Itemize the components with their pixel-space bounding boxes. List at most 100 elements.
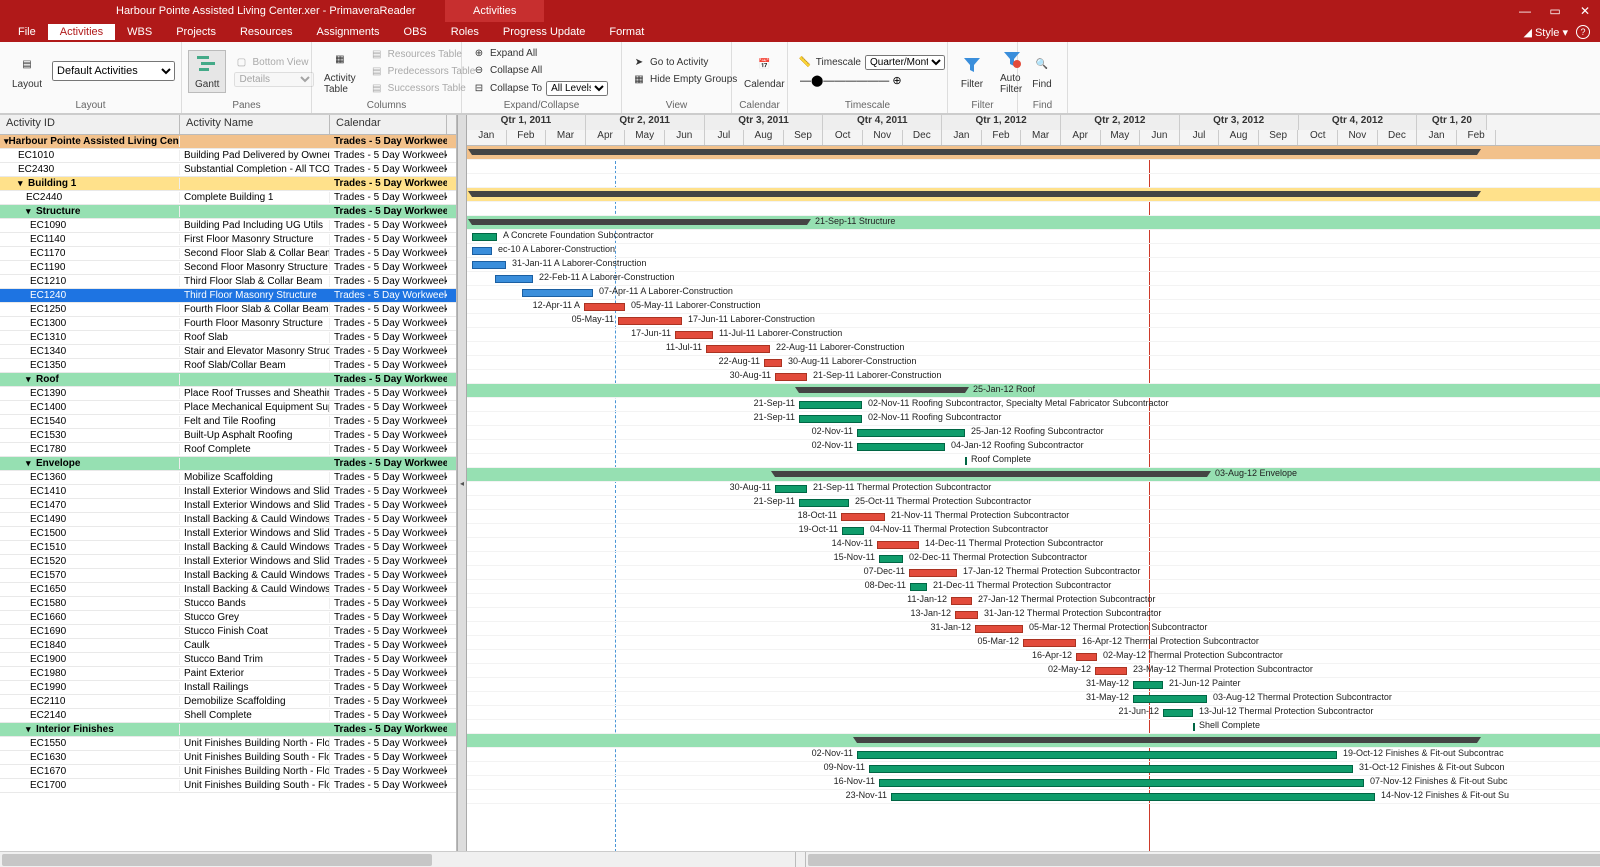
activity-row[interactable]: EC1780Roof CompleteTrades - 5 Day Workwe… [0,443,456,457]
activity-row[interactable]: EC1410Install Exterior Windows and Slidi… [0,485,456,499]
activity-bar[interactable] [799,499,849,507]
maximize-button[interactable]: ▭ [1546,4,1564,18]
gantt-row[interactable]: 31-May-1203-Aug-12 Thermal Protection Su… [467,692,1600,706]
wbs-row[interactable]: ▾StructureTrades - 5 Day Workweek [0,205,456,219]
gantt-row[interactable]: 07-Dec-1117-Jan-12 Thermal Protection Su… [467,566,1600,580]
activity-row[interactable]: EC1550Unit Finishes Building North - Flo… [0,737,456,751]
activity-bar[interactable] [618,317,682,325]
find-button[interactable]: 🔍 Find [1024,51,1060,92]
expander-icon[interactable]: ▾ [26,374,36,385]
activity-bar[interactable] [869,765,1353,773]
gantt-row[interactable]: 02-May-1223-May-12 Thermal Protection Su… [467,664,1600,678]
activity-row[interactable]: EC1840CaulkTrades - 5 Day Workweek [0,639,456,653]
activity-bar[interactable] [879,779,1364,787]
gantt-row[interactable]: 30-Aug-1121-Sep-11 Thermal Protection Su… [467,482,1600,496]
activity-row[interactable]: EC1250Fourth Floor Slab & Collar BeamTra… [0,303,456,317]
gantt-row[interactable]: 05-May-1117-Jun-11 Laborer-Construction [467,314,1600,328]
gantt-row[interactable]: Shell Complete [467,720,1600,734]
activity-bar[interactable] [879,555,903,563]
activity-bar[interactable] [955,611,978,619]
activity-row[interactable]: EC1390Place Roof Trusses and SheathingTr… [0,387,456,401]
gantt-row[interactable] [467,174,1600,188]
wbs-row[interactable]: ▾EnvelopeTrades - 5 Day Workweek [0,457,456,471]
activity-bar[interactable] [775,373,807,381]
wbs-row[interactable]: ▾Interior FinishesTrades - 5 Day Workwee… [0,723,456,737]
expander-icon[interactable]: ▾ [18,178,28,189]
activity-row[interactable]: EC1660Stucco GreyTrades - 5 Day Workweek [0,611,456,625]
minimize-button[interactable]: — [1516,4,1534,18]
activity-row[interactable]: EC1360Mobilize ScaffoldingTrades - 5 Day… [0,471,456,485]
activity-row[interactable]: EC2140Shell CompleteTrades - 5 Day Workw… [0,709,456,723]
gantt-chart[interactable]: Qtr 1, 2011Qtr 2, 2011Qtr 3, 2011Qtr 4, … [467,115,1600,851]
activity-bar[interactable] [842,527,864,535]
close-button[interactable]: ✕ [1576,4,1594,18]
activity-row[interactable]: EC1490Install Backing & Cauld Windows Fl… [0,513,456,527]
gantt-row[interactable]: A Concrete Foundation Subcontractor [467,230,1600,244]
activity-row[interactable]: EC1570Install Backing & Cauld Windows Fl… [0,569,456,583]
gantt-row[interactable]: 23-Nov-1114-Nov-12 Finishes & Fit-out Su [467,790,1600,804]
right-h-scrollbar[interactable] [806,852,1600,867]
gantt-row[interactable] [467,734,1600,748]
activity-row[interactable]: EC1500Install Exterior Windows and Slidi… [0,527,456,541]
expand-all-button[interactable]: ⊕Expand All [468,46,598,62]
activity-bar[interactable] [472,247,492,255]
activity-row[interactable]: EC1650Install Backing & Cauld Windows Fl… [0,583,456,597]
activity-row[interactable]: EC1630Unit Finishes Building South - Flo… [0,751,456,765]
activity-table-button[interactable]: ▦ Activity Table [318,45,362,97]
gantt-row[interactable]: 11-Jan-1227-Jan-12 Thermal Protection Su… [467,594,1600,608]
activity-bar[interactable] [1076,653,1097,661]
activity-bar[interactable] [495,275,533,283]
activity-row[interactable]: EC1300Fourth Floor Masonry StructureTrad… [0,317,456,331]
gantt-row[interactable]: 22-Aug-1130-Aug-11 Laborer-Construction [467,356,1600,370]
activity-bar[interactable] [472,261,506,269]
activity-row[interactable]: EC1470Install Exterior Windows and Slidi… [0,499,456,513]
help-button[interactable]: ? [1576,25,1590,39]
expander-icon[interactable]: ▾ [26,458,36,469]
pane-splitter[interactable] [457,115,467,851]
gantt-row[interactable]: 14-Nov-1114-Dec-11 Thermal Protection Su… [467,538,1600,552]
gantt-row[interactable] [467,188,1600,202]
ribbon-tab-roles[interactable]: Roles [439,24,491,40]
activity-bar[interactable] [910,583,927,591]
gantt-row[interactable]: 30-Aug-1121-Sep-11 Laborer-Construction [467,370,1600,384]
activity-row[interactable]: EC1510Install Backing & Cauld Windows Fl… [0,541,456,555]
ribbon-tab-resources[interactable]: Resources [228,24,305,40]
layout-button[interactable]: ▤ Layout [6,51,48,92]
activity-bar[interactable] [857,443,945,451]
gantt-button[interactable]: Gantt [188,50,226,93]
activity-bar[interactable] [799,401,862,409]
activity-row[interactable]: EC1700Unit Finishes Building South - Flo… [0,779,456,793]
ribbon-tab-projects[interactable]: Projects [164,24,228,40]
ribbon-tab-progress-update[interactable]: Progress Update [491,24,598,40]
ribbon-tab-wbs[interactable]: WBS [115,24,164,40]
gantt-row[interactable]: 02-Nov-1125-Jan-12 Roofing Subcontractor [467,426,1600,440]
timescale-select[interactable]: 📏Timescale Quarter/Month [794,54,949,71]
activity-row[interactable]: EC2440Complete Building 1Trades - 5 Day … [0,191,456,205]
activity-row[interactable]: EC1350Roof Slab/Collar BeamTrades - 5 Da… [0,359,456,373]
activity-row[interactable]: EC2430Substantial Completion - All TCOTr… [0,163,456,177]
gantt-row[interactable]: Roof Complete [467,454,1600,468]
ribbon-tab-file[interactable]: File [6,24,48,40]
activity-bar[interactable] [775,485,807,493]
gantt-row[interactable] [467,202,1600,216]
collapse-all-button[interactable]: ⊖Collapse All [468,63,598,79]
gantt-row[interactable]: 31-Jan-11 A Laborer-Construction [467,258,1600,272]
col-activity-id[interactable]: Activity ID [0,115,180,134]
activity-bar[interactable] [799,415,862,423]
col-activity-name[interactable]: Activity Name [180,115,330,134]
activity-bar[interactable] [1023,639,1076,647]
activity-row[interactable]: EC1520Install Exterior Windows and Slidi… [0,555,456,569]
activity-bar[interactable] [909,569,957,577]
activity-row[interactable]: EC1090Building Pad Including UG UtilsTra… [0,219,456,233]
collapse-to-button[interactable]: ⊟Collapse To All Levels [468,80,618,97]
gantt-row[interactable]: 08-Dec-1121-Dec-11 Thermal Protection Su… [467,580,1600,594]
left-h-scrollbar[interactable] [0,852,796,867]
activity-row[interactable]: EC1990Install RailingsTrades - 5 Day Wor… [0,681,456,695]
gantt-row[interactable]: 22-Feb-11 A Laborer-Construction [467,272,1600,286]
activity-bar[interactable] [891,793,1375,801]
gantt-row[interactable]: 03-Aug-12 Envelope [467,468,1600,482]
calendar-button[interactable]: 📅 Calendar [738,51,791,92]
gantt-row[interactable]: 12-Apr-11 A05-May-11 Laborer-Constructio… [467,300,1600,314]
activity-bar[interactable] [877,541,919,549]
gantt-row[interactable]: ec-10 A Laborer-Construction [467,244,1600,258]
